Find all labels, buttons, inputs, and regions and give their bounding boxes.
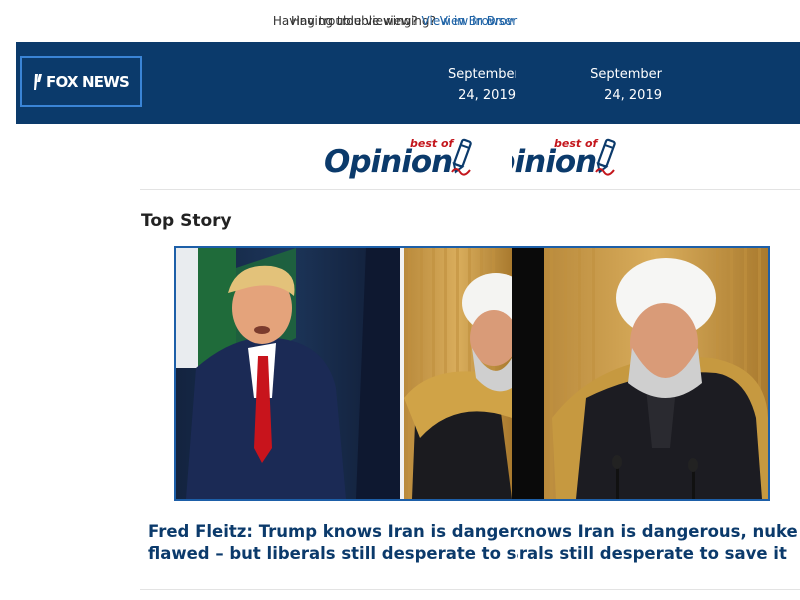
best-of-label: best of (410, 137, 454, 150)
trouble-viewing-bar-duplicate: Having trouble viewing? View in Browser (273, 13, 517, 29)
headline-line-2-duplicate: flawed – but liberals still desperate to… (518, 544, 787, 563)
section-title: Top Story (141, 211, 232, 231)
opinion-pen-icon (451, 138, 472, 176)
top-story-image[interactable] (174, 246, 770, 501)
best-of-label-duplicate: best of (554, 137, 598, 150)
top-story-headline-duplicate[interactable]: Fred Fleitz: Trump knows Iran is dangero… (518, 521, 800, 565)
fox-news-logo-icon (34, 73, 42, 90)
fox-news-logo-text: FOX NEWS (46, 72, 130, 91)
headline-line-1-duplicate: Fred Fleitz: Trump knows Iran is dangero… (518, 522, 800, 541)
divider (140, 189, 800, 190)
top-story-photo (176, 248, 768, 499)
view-in-browser-link-duplicate[interactable]: View in Browser (422, 14, 518, 28)
fox-news-logo[interactable]: FOX NEWS (20, 56, 142, 107)
header-bar: FOX NEWS September 24, 2019 September 24… (16, 42, 800, 124)
trouble-viewing-text-duplicate: Having trouble viewing? (272, 14, 418, 28)
best-of-opinion-banner-duplicate[interactable]: Opinion best of (512, 136, 622, 186)
headline-line-1: Fred Fleitz: Trump knows Iran is dangero… (148, 522, 518, 541)
top-story-headline[interactable]: Fred Fleitz: Trump knows Iran is dangero… (148, 521, 518, 565)
header-date-duplicate: September 24, 2019 (590, 67, 662, 103)
header-date: September 24, 2019 (448, 67, 516, 103)
best-of-opinion-banner[interactable]: Opinion best of (322, 136, 478, 186)
headline-line-2: flawed – but liberals still desperate to… (148, 544, 518, 563)
opinion-pen-icon (595, 138, 616, 176)
divider-bottom (140, 589, 800, 590)
newsletter-page: Having trouble viewing? View in Browser … (0, 0, 800, 600)
